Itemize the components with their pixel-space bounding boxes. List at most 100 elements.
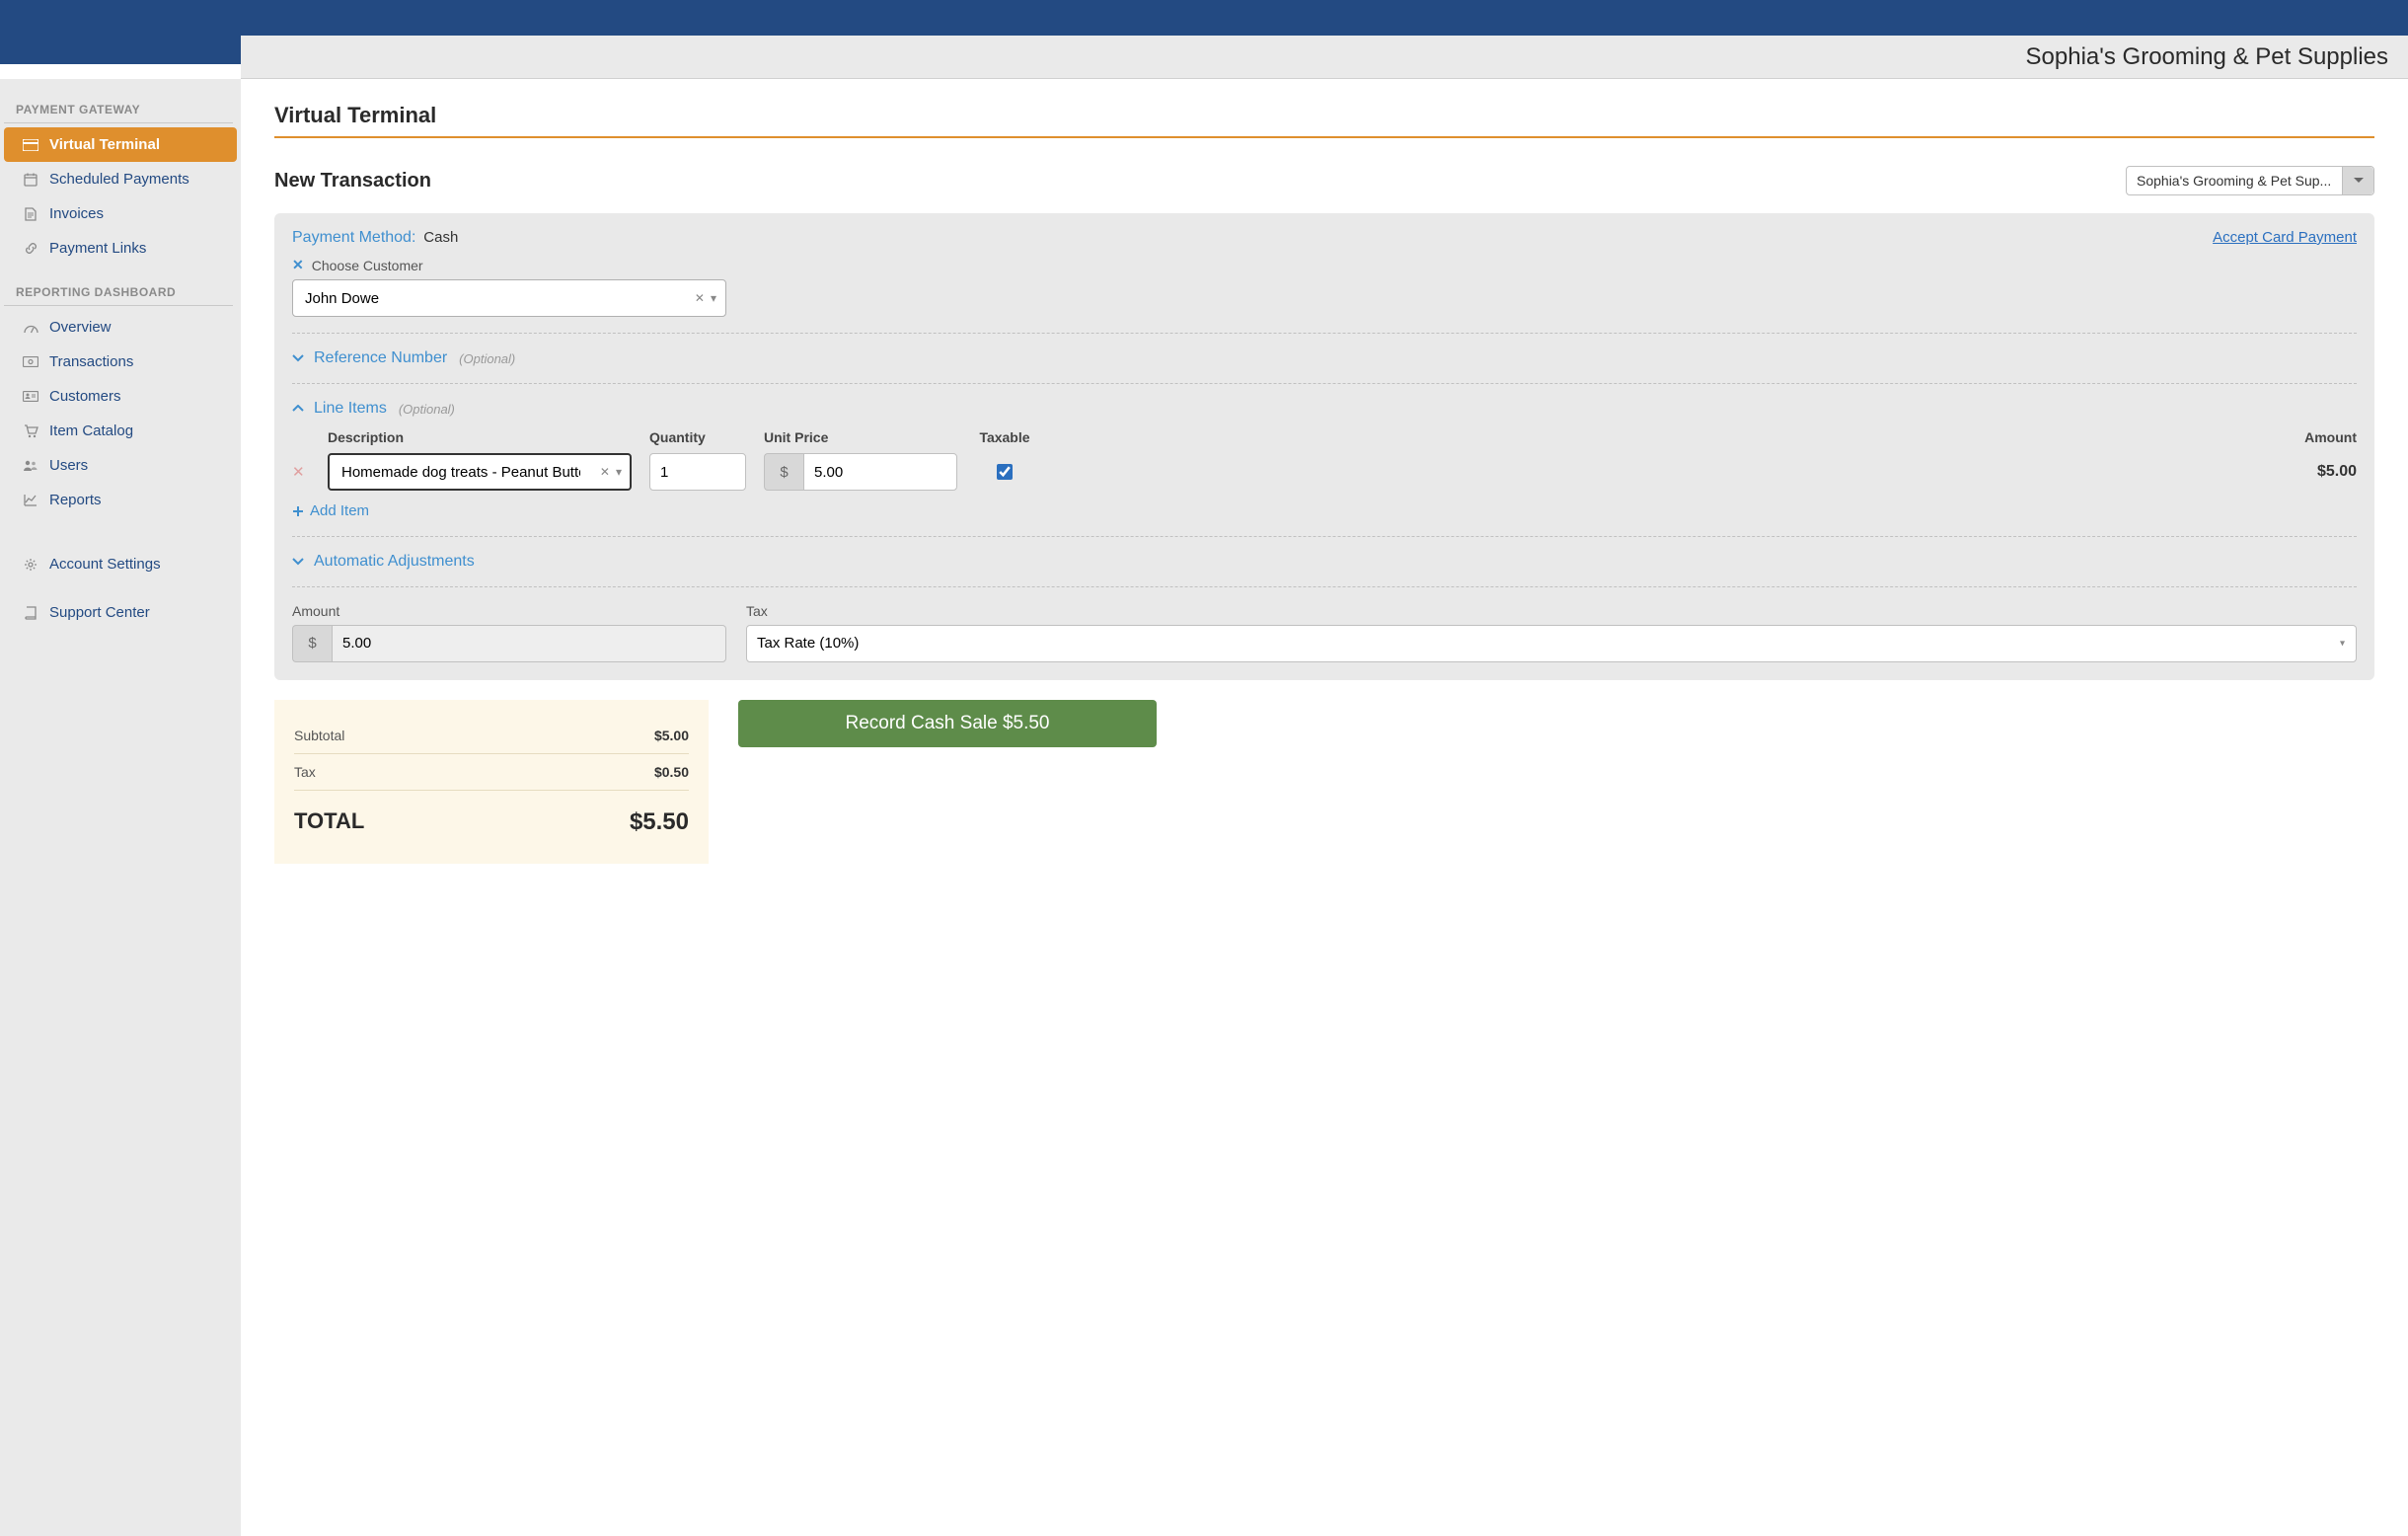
chart-icon [20, 494, 41, 506]
dropdown-caret-icon: ▾ [2340, 638, 2345, 649]
sidebar-item-label: Payment Links [49, 240, 146, 257]
sidebar-item-invoices[interactable]: Invoices [4, 196, 237, 231]
add-item-link[interactable]: Add Item [292, 502, 369, 519]
sidebar-item-label: Invoices [49, 205, 104, 222]
accept-card-payment-link[interactable]: Accept Card Payment [2213, 229, 2357, 246]
total-label: TOTAL [294, 808, 364, 836]
sidebar-item-support-center[interactable]: Support Center [4, 595, 237, 630]
add-item-label: Add Item [310, 502, 369, 519]
money-icon [20, 356, 41, 367]
total-value: $5.50 [630, 808, 689, 836]
reference-number-toggle[interactable]: Reference Number (Optional) [292, 349, 2357, 367]
subtotal-label: Subtotal [294, 728, 344, 743]
sidebar-item-users[interactable]: Users [4, 448, 237, 483]
sidebar: PAYMENT GATEWAY Virtual Terminal Schedul… [0, 79, 241, 1536]
users-icon [20, 459, 41, 472]
line-item-price-input[interactable] [803, 453, 957, 491]
line-item-quantity-input[interactable] [649, 453, 746, 491]
sidebar-item-label: Scheduled Payments [49, 171, 189, 188]
clear-customer-icon[interactable]: ✕ [292, 257, 304, 273]
dollar-sign-icon: $ [292, 625, 332, 662]
remove-line-item-icon[interactable]: ✕ [292, 464, 305, 481]
chevron-down-icon [292, 558, 306, 566]
gauge-icon [20, 322, 41, 334]
sidebar-item-label: Support Center [49, 604, 150, 621]
dollar-sign-icon: $ [764, 453, 803, 491]
line-items-title: Line Items [314, 400, 387, 418]
col-header-amount: Amount [1052, 429, 2357, 445]
cart-icon [20, 424, 41, 438]
dropdown-caret-icon[interactable]: ▾ [711, 291, 716, 305]
amount-input[interactable] [332, 625, 726, 662]
subtotal-value: $5.00 [654, 728, 689, 743]
choose-customer-label: Choose Customer [312, 258, 423, 273]
amount-label: Amount [292, 603, 726, 619]
link-icon [20, 241, 41, 256]
automatic-adjustments-title: Automatic Adjustments [314, 553, 475, 571]
col-header-unit-price: Unit Price [764, 429, 957, 445]
clear-input-icon[interactable]: ✕ [695, 291, 705, 305]
sidebar-item-label: Overview [49, 319, 112, 336]
sidebar-section-reporting: REPORTING DASHBOARD [4, 279, 233, 306]
col-header-description: Description [328, 429, 632, 445]
sidebar-item-customers[interactable]: Customers [4, 379, 237, 414]
sidebar-item-virtual-terminal[interactable]: Virtual Terminal [4, 127, 237, 162]
sidebar-item-account-settings[interactable]: Account Settings [4, 547, 237, 581]
tax-select[interactable]: ▾ [746, 625, 2357, 662]
sidebar-item-scheduled-payments[interactable]: Scheduled Payments [4, 162, 237, 196]
tax-label: Tax [746, 603, 2357, 619]
payment-method-value: Cash [423, 229, 458, 246]
line-item-amount: $5.00 [1052, 463, 2357, 481]
line-items-optional: (Optional) [399, 402, 455, 417]
plus-icon [292, 505, 304, 517]
sidebar-item-item-catalog[interactable]: Item Catalog [4, 414, 237, 448]
section-title: New Transaction [274, 170, 431, 192]
content-area: Virtual Terminal New Transaction Sophia'… [241, 79, 2408, 1536]
totals-box: Subtotal $5.00 Tax $0.50 TOTAL $5.50 [274, 700, 709, 864]
payment-method-label: Payment Method: [292, 229, 415, 246]
merchant-title: Sophia's Grooming & Pet Supplies [2026, 43, 2388, 71]
sidebar-item-label: Item Catalog [49, 422, 133, 439]
line-item-description-combo[interactable]: ✕ ▾ [328, 453, 632, 491]
card-icon [20, 139, 41, 151]
sidebar-item-overview[interactable]: Overview [4, 310, 237, 345]
chevron-down-icon [2342, 167, 2373, 194]
sidebar-item-label: Customers [49, 388, 121, 405]
sidebar-section-payment-gateway: PAYMENT GATEWAY [4, 97, 233, 123]
page-title: Virtual Terminal [274, 103, 2374, 138]
reference-number-title: Reference Number [314, 349, 447, 367]
document-icon [20, 207, 41, 221]
reference-optional: (Optional) [459, 351, 515, 366]
calendar-icon [20, 173, 41, 187]
automatic-adjustments-toggle[interactable]: Automatic Adjustments [292, 553, 2357, 571]
customer-combo[interactable]: ✕ ▾ [292, 279, 726, 317]
dropdown-caret-icon[interactable]: ▾ [616, 465, 622, 479]
chevron-up-icon [292, 405, 306, 413]
sidebar-item-label: Account Settings [49, 556, 161, 573]
book-icon [20, 606, 41, 620]
line-item-description-input[interactable] [328, 453, 632, 491]
sidebar-item-payment-links[interactable]: Payment Links [4, 231, 237, 266]
tax-select-value[interactable] [746, 625, 2357, 662]
sidebar-item-reports[interactable]: Reports [4, 483, 237, 517]
totals-tax-label: Tax [294, 764, 316, 780]
gear-icon [20, 558, 41, 572]
line-item-row: ✕ ✕ ▾ [292, 453, 2357, 491]
merchant-select[interactable]: Sophia's Grooming & Pet Sup... [2126, 166, 2374, 195]
sidebar-item-label: Reports [49, 492, 102, 508]
line-items-toggle[interactable]: Line Items (Optional) [292, 400, 2357, 418]
customer-input[interactable] [292, 279, 726, 317]
record-cash-sale-button[interactable]: Record Cash Sale $5.50 [738, 700, 1157, 747]
clear-input-icon[interactable]: ✕ [600, 465, 610, 479]
col-header-taxable: Taxable [975, 429, 1034, 445]
sidebar-item-transactions[interactable]: Transactions [4, 345, 237, 379]
col-header-quantity: Quantity [649, 429, 746, 445]
header-bar: Sophia's Grooming & Pet Supplies [241, 36, 2408, 79]
id-card-icon [20, 391, 41, 402]
sidebar-item-label: Transactions [49, 353, 133, 370]
sidebar-item-label: Users [49, 457, 88, 474]
merchant-select-value: Sophia's Grooming & Pet Sup... [2127, 173, 2342, 189]
line-item-taxable-checkbox[interactable] [997, 464, 1013, 480]
transaction-panel: Payment Method: Cash Accept Card Payment… [274, 213, 2374, 680]
totals-tax-value: $0.50 [654, 764, 689, 780]
